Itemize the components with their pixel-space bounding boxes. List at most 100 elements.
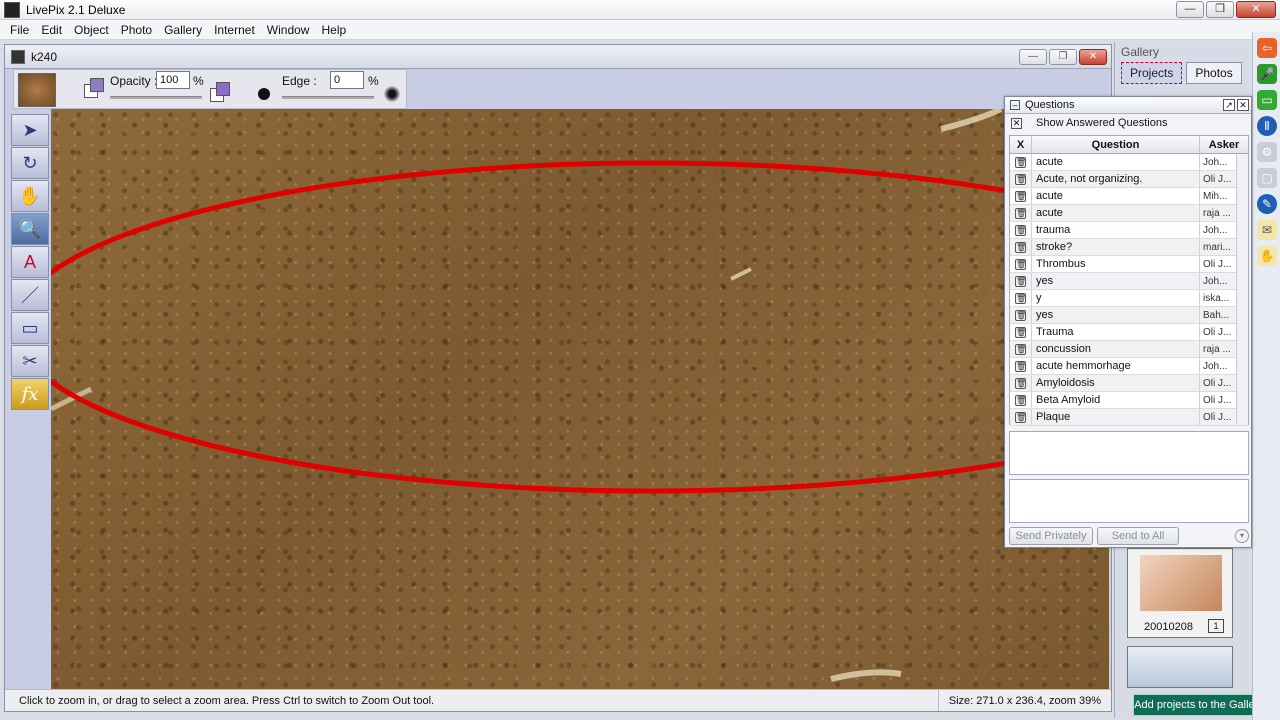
gallery-item[interactable]: 20010208 1 xyxy=(1127,548,1233,638)
col-x[interactable]: X xyxy=(1010,136,1032,153)
arrow-left-icon[interactable]: ⇦ xyxy=(1257,38,1277,58)
table-row[interactable]: 🗑 stroke? mari... xyxy=(1010,239,1248,256)
table-row[interactable]: 🗑 acute Joh... xyxy=(1010,154,1248,171)
popout-icon[interactable]: ↗ xyxy=(1223,99,1235,111)
tab-projects[interactable]: Projects xyxy=(1121,62,1183,84)
hand-raise-icon[interactable]: ✋ xyxy=(1257,246,1277,266)
trash-icon[interactable]: 🗑 xyxy=(1015,394,1026,406)
chevron-down-icon[interactable]: ▾ xyxy=(1235,529,1249,543)
menu-file[interactable]: File xyxy=(4,23,35,37)
line-tool[interactable]: ／ xyxy=(11,279,49,311)
doc-restore-button[interactable]: ❐ xyxy=(1049,49,1077,65)
pen-icon[interactable]: ✎ xyxy=(1257,194,1277,214)
trash-icon[interactable]: 🗑 xyxy=(1015,309,1026,321)
table-row[interactable]: 🗑 Thrombus Oli J... xyxy=(1010,256,1248,273)
trash-icon[interactable]: 🗑 xyxy=(1015,326,1026,338)
trash-icon[interactable]: 🗑 xyxy=(1015,190,1026,202)
tab-photos[interactable]: Photos xyxy=(1186,62,1242,84)
send-to-all-button[interactable]: Send to All xyxy=(1097,527,1179,545)
menu-help[interactable]: Help xyxy=(315,23,352,37)
trash-icon[interactable]: 🗑 xyxy=(1015,292,1026,304)
table-row[interactable]: 🗑 concussion raja ... xyxy=(1010,341,1248,358)
select-arrow-tool[interactable]: ➤ xyxy=(11,114,49,146)
trash-icon[interactable]: 🗑 xyxy=(1015,360,1026,372)
table-row[interactable]: 🗑 yes Bah... xyxy=(1010,307,1248,324)
menu-photo[interactable]: Photo xyxy=(115,23,158,37)
menu-gallery[interactable]: Gallery xyxy=(158,23,208,37)
table-row[interactable]: 🗑 Trauma Oli J... xyxy=(1010,324,1248,341)
effects-tool[interactable]: fx xyxy=(11,378,49,410)
shape-tool[interactable]: ▭ xyxy=(11,312,49,344)
collapse-icon[interactable]: – xyxy=(1010,100,1020,110)
questions-scrollbar[interactable] xyxy=(1236,154,1248,424)
add-projects-button[interactable]: Add projects to the Gallery xyxy=(1133,694,1265,716)
asker-name: Joh... xyxy=(1203,360,1228,372)
doc-close-button[interactable]: ✕ xyxy=(1079,49,1107,65)
menu-edit[interactable]: Edit xyxy=(35,23,68,37)
table-row[interactable]: 🗑 acute raja ... xyxy=(1010,205,1248,222)
close-button[interactable]: ✕ xyxy=(1236,1,1276,18)
send-privately-button[interactable]: Send Privately xyxy=(1009,527,1093,545)
opacity-swatch-back xyxy=(90,78,104,92)
col-asker[interactable]: Asker xyxy=(1200,136,1248,153)
trash-icon[interactable]: 🗑 xyxy=(1015,343,1026,355)
trash-icon[interactable]: 🗑 xyxy=(1015,275,1026,287)
pause-icon[interactable]: Ⅱ xyxy=(1257,116,1277,136)
trash-icon[interactable]: 🗑 xyxy=(1015,156,1026,168)
table-row[interactable]: 🗑 Acute, not organizing. Oli J... xyxy=(1010,171,1248,188)
question-text: acute hemmorhage xyxy=(1032,358,1200,374)
chat-icon[interactable]: ▭ xyxy=(1257,90,1277,110)
edge-input[interactable]: 0 xyxy=(330,71,364,89)
question-text: Thrombus xyxy=(1032,256,1200,272)
show-answered-row[interactable]: ✕ Show Answered Questions xyxy=(1005,114,1251,132)
scissors-tool[interactable]: ✂ xyxy=(11,345,49,377)
trash-icon[interactable]: 🗑 xyxy=(1015,173,1026,185)
doc-minimize-button[interactable]: — xyxy=(1019,49,1047,65)
brush-thumbnail[interactable] xyxy=(18,73,56,107)
table-row[interactable]: 🗑 trauma Joh... xyxy=(1010,222,1248,239)
questions-titlebar: – Questions ↗ ✕ xyxy=(1005,97,1251,114)
table-row[interactable]: 🗑 yes Joh... xyxy=(1010,273,1248,290)
hand-tool[interactable]: ✋ xyxy=(11,180,49,212)
edge-label: Edge : xyxy=(282,74,317,88)
opacity-slider[interactable] xyxy=(110,96,202,99)
rotate-tool[interactable]: ↻ xyxy=(11,147,49,179)
table-row[interactable]: 🗑 y iska... xyxy=(1010,290,1248,307)
reply-text-area[interactable] xyxy=(1009,479,1249,523)
edge-slider[interactable] xyxy=(282,96,374,99)
opacity-input[interactable]: 100 xyxy=(156,71,190,89)
asker-name: Joh... xyxy=(1203,156,1228,168)
menu-window[interactable]: Window xyxy=(261,23,316,37)
asker-name: Joh... xyxy=(1203,224,1228,236)
text-tool[interactable]: A xyxy=(11,246,49,278)
minimize-button[interactable]: — xyxy=(1176,1,1204,18)
table-row[interactable]: 🗑 acute Mih... xyxy=(1010,188,1248,205)
zoom-tool[interactable]: 🔍 xyxy=(11,213,49,245)
trash-icon[interactable]: 🗑 xyxy=(1015,207,1026,219)
table-row[interactable]: 🗑 Amyloidosis Oli J... xyxy=(1010,375,1248,392)
question-text: acute xyxy=(1032,154,1200,170)
settings-icon[interactable]: ⚙ xyxy=(1257,142,1277,162)
close-icon[interactable]: ✕ xyxy=(1237,99,1249,111)
table-row[interactable]: 🗑 Plaque Oli J... xyxy=(1010,409,1248,426)
image-canvas[interactable] xyxy=(51,109,1109,691)
trash-icon[interactable]: 🗑 xyxy=(1015,241,1026,253)
trash-icon[interactable]: 🗑 xyxy=(1015,377,1026,389)
menu-object[interactable]: Object xyxy=(68,23,115,37)
app-icon xyxy=(4,1,20,18)
microphone-icon[interactable]: 🎤 xyxy=(1257,64,1277,84)
screen-icon[interactable]: ▢ xyxy=(1257,168,1277,188)
menu-internet[interactable]: Internet xyxy=(208,23,261,37)
trash-icon[interactable]: 🗑 xyxy=(1015,411,1026,423)
status-size: Size: 271.0 x 236.4, zoom 39% xyxy=(937,690,1111,711)
question-text: acute xyxy=(1032,188,1200,204)
gallery-item[interactable] xyxy=(1127,646,1233,688)
trash-icon[interactable]: 🗑 xyxy=(1015,224,1026,236)
col-question[interactable]: Question xyxy=(1032,136,1200,153)
note-icon[interactable]: ✉ xyxy=(1257,220,1277,240)
table-row[interactable]: 🗑 acute hemmorhage Joh... xyxy=(1010,358,1248,375)
restore-button[interactable]: ❐ xyxy=(1206,1,1234,18)
trash-icon[interactable]: 🗑 xyxy=(1015,258,1026,270)
table-row[interactable]: 🗑 Beta Amyloid Oli J... xyxy=(1010,392,1248,409)
show-answered-checkbox[interactable]: ✕ xyxy=(1011,117,1022,129)
